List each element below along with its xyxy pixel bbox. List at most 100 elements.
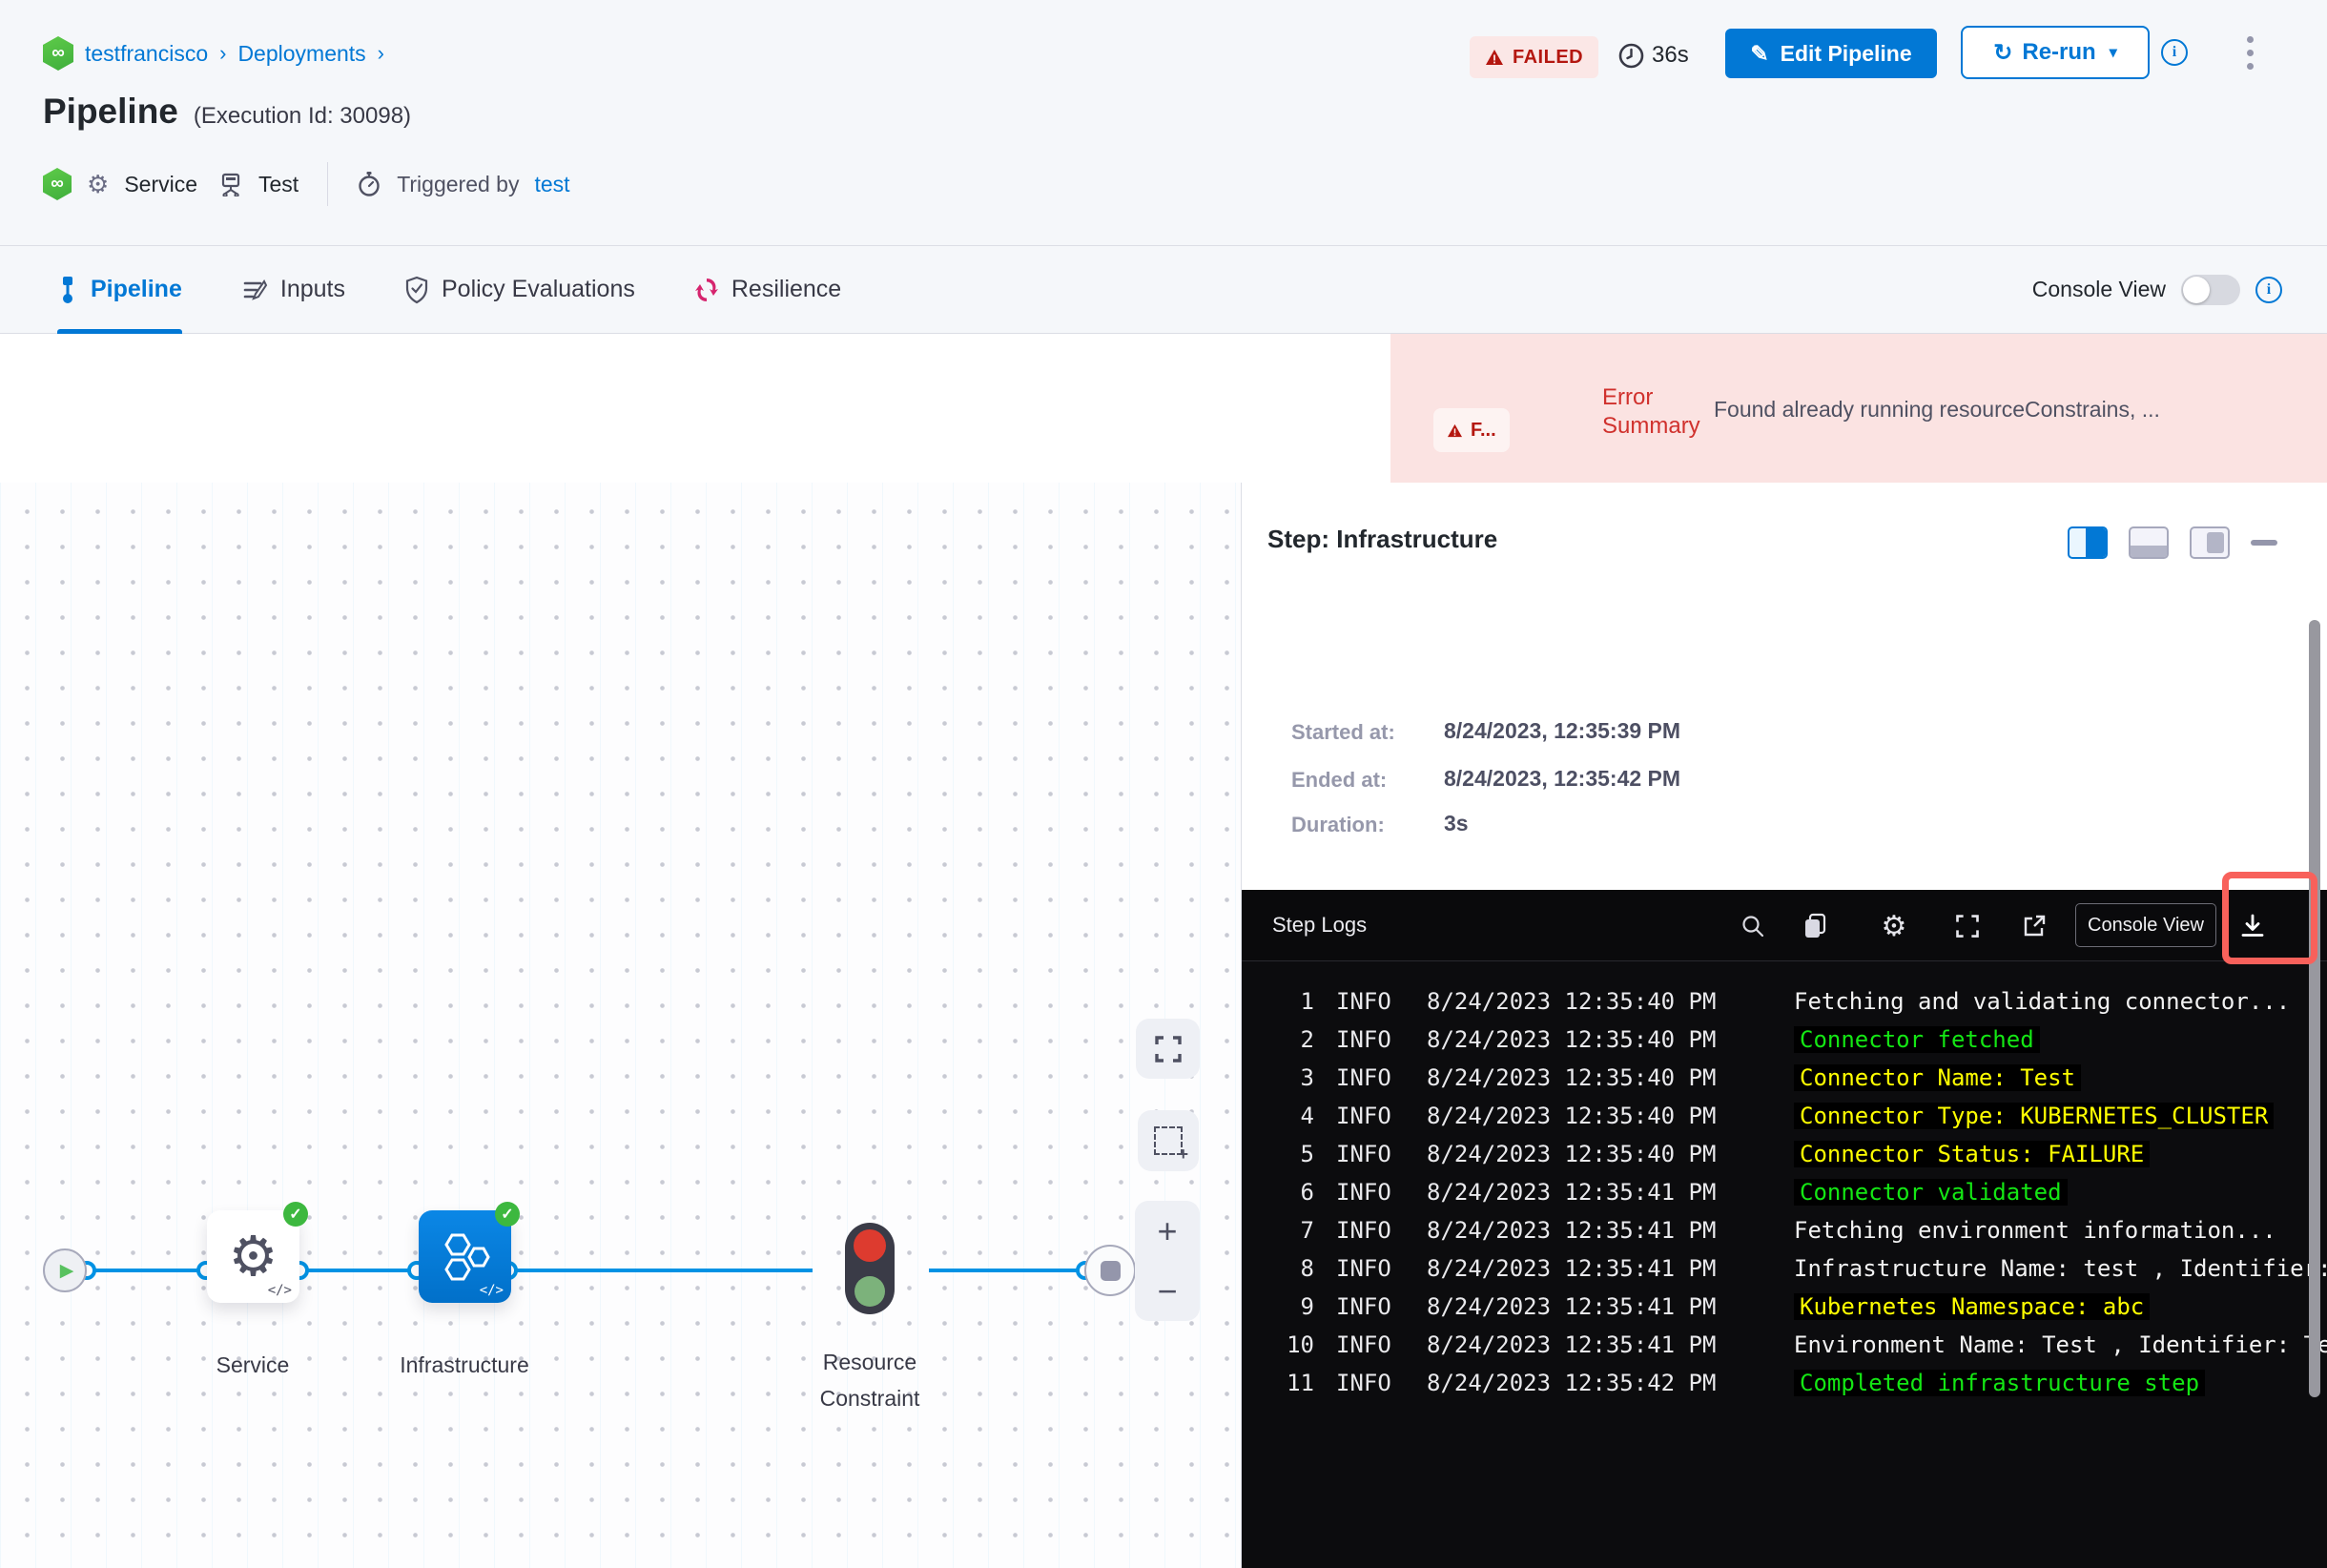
- breadcrumb-project-link[interactable]: testfrancisco: [85, 41, 208, 67]
- log-message: Connector Type: KUBERNETES_CLUSTER: [1794, 1103, 2275, 1129]
- shield-check-icon: [405, 276, 428, 303]
- log-line-number: 10: [1287, 1331, 1314, 1358]
- log-settings-button[interactable]: ⚙: [1879, 911, 1909, 942]
- resource-constraint-label-line1: Resource: [822, 1350, 917, 1374]
- log-timestamp: 8/24/2023 12:35:40 PM: [1427, 1103, 1717, 1129]
- code-tag: </>: [267, 1283, 292, 1298]
- minimize-panel-icon[interactable]: [2251, 540, 2277, 546]
- log-message-cell: Connector Name: Test: [1794, 1059, 2327, 1097]
- execution-info-icon[interactable]: i: [2161, 39, 2188, 66]
- pipeline-graph-canvas[interactable]: ▶ ⚙ </> ✓ Service </> ✓ Infrastructure R…: [0, 483, 1241, 1568]
- panel-layout-controls: [2068, 526, 2277, 559]
- stop-icon: [1100, 1260, 1121, 1281]
- infrastructure-step-node[interactable]: </> ✓: [419, 1202, 520, 1303]
- log-level: INFO: [1336, 1179, 1391, 1206]
- environment-icon: [221, 173, 240, 196]
- error-summary-label: Error Summary: [1602, 383, 1717, 441]
- service-step-node[interactable]: ⚙ </> ✓: [207, 1202, 308, 1303]
- log-line-number: 9: [1300, 1293, 1314, 1320]
- log-line-number: 4: [1300, 1103, 1314, 1129]
- panel-scrollbar[interactable]: [2309, 620, 2320, 1397]
- more-options-menu[interactable]: [2243, 32, 2257, 73]
- log-line-number: 5: [1300, 1141, 1314, 1167]
- log-timestamp: 8/24/2023 12:35:41 PM: [1427, 1293, 1717, 1320]
- warning-triangle-icon: [1486, 50, 1503, 65]
- resource-constraint-label-line2: Constraint: [819, 1386, 920, 1411]
- log-level: INFO: [1336, 1064, 1391, 1091]
- zoom-out-button[interactable]: −: [1157, 1273, 1177, 1309]
- log-copy-button[interactable]: [1800, 911, 1830, 941]
- gear-icon: ⚙: [87, 169, 110, 198]
- tab-policy-evaluations[interactable]: Policy Evaluations: [404, 246, 635, 333]
- infrastructure-node-label: Infrastructure: [400, 1352, 529, 1377]
- step-details-panel: Step: Infrastructure Details i Input i O…: [1241, 483, 2327, 1568]
- log-open-external-button[interactable]: [2019, 911, 2049, 941]
- failed-chip: F...: [1433, 408, 1510, 452]
- traffic-green-light: [855, 1276, 885, 1307]
- step-ended-value: 8/24/2023, 12:35:42 PM: [1444, 766, 1681, 791]
- pipeline-end-node[interactable]: [1084, 1245, 1136, 1296]
- log-timestamp: 8/24/2023 12:35:40 PM: [1427, 1141, 1717, 1167]
- pipeline-icon: [63, 276, 72, 303]
- console-view-info-icon[interactable]: i: [2255, 276, 2282, 303]
- resource-constraint-node[interactable]: [845, 1223, 895, 1314]
- tab-pipeline-label: Pipeline: [91, 276, 182, 302]
- log-level: INFO: [1336, 1141, 1391, 1167]
- log-download-button[interactable]: [2237, 911, 2268, 941]
- status-badge: FAILED: [1470, 36, 1599, 78]
- console-view-toggle[interactable]: [2181, 274, 2240, 305]
- log-message: Connector fetched: [1794, 1026, 2040, 1053]
- zoom-in-button[interactable]: +: [1157, 1213, 1177, 1248]
- step-ended-label: Ended at:: [1291, 768, 1388, 792]
- trigger-user-link[interactable]: test: [534, 172, 569, 197]
- log-timestamp: 8/24/2023 12:35:40 PM: [1427, 1026, 1717, 1053]
- canvas-select-button[interactable]: [1138, 1110, 1199, 1171]
- external-link-icon: [2024, 915, 2046, 937]
- pipeline-start-node[interactable]: ▶: [43, 1248, 87, 1292]
- service-tag[interactable]: Service: [124, 172, 197, 197]
- log-rows[interactable]: 1 INFO 8/24/2023 12:35:40 PM Fetching and v…: [1242, 961, 2327, 1568]
- status-badge-label: FAILED: [1513, 46, 1584, 68]
- cd-module-icon: ∞: [43, 36, 73, 71]
- log-message: Connector Status: FAILURE: [1794, 1141, 2151, 1167]
- log-message-cell: Connector validated: [1794, 1173, 2327, 1211]
- log-level: INFO: [1336, 1293, 1391, 1320]
- log-message-cell: Fetching environment information...: [1794, 1211, 2327, 1249]
- log-line: 11 INFO 8/24/2023 12:35:42 PM Completed inf…: [1242, 1364, 2327, 1402]
- edge-resource-end: [929, 1269, 1078, 1272]
- success-check-icon: ✓: [283, 1202, 308, 1227]
- execution-id: (Execution Id: 30098): [193, 103, 412, 129]
- log-level: INFO: [1336, 1370, 1391, 1396]
- edit-pipeline-button[interactable]: ✎ Edit Pipeline: [1725, 29, 1937, 78]
- rerun-button[interactable]: ↻ Re-run ▾: [1961, 26, 2150, 79]
- log-line-number: 1: [1300, 988, 1314, 1015]
- breadcrumb-deployments-link[interactable]: Deployments: [237, 41, 365, 67]
- hexagons-icon: [443, 1233, 490, 1280]
- fullscreen-icon: [1956, 915, 1979, 938]
- log-search-button[interactable]: [1738, 911, 1768, 941]
- log-line: 2 INFO 8/24/2023 12:35:40 PM Connector fetc…: [1242, 1021, 2327, 1059]
- canvas-fullscreen-button[interactable]: [1136, 1019, 1200, 1079]
- log-fullscreen-button[interactable]: [1952, 911, 1983, 941]
- log-level: INFO: [1336, 1255, 1391, 1282]
- edge-start-service: [94, 1269, 206, 1272]
- layout-floating-icon[interactable]: [2190, 526, 2230, 559]
- log-line-number: 3: [1300, 1064, 1314, 1091]
- tab-resilience-label: Resilience: [731, 276, 842, 302]
- environment-tag[interactable]: Test: [258, 172, 299, 197]
- page-title: Pipeline: [43, 92, 178, 131]
- tab-resilience[interactable]: Resilience: [694, 246, 841, 333]
- log-line-number: 6: [1300, 1179, 1314, 1206]
- success-check-icon: ✓: [495, 1202, 520, 1227]
- step-duration-label: Duration:: [1291, 813, 1385, 836]
- log-message: Connector Name: Test: [1794, 1064, 2081, 1091]
- top-header: ∞ testfrancisco › Deployments › FAILED 3…: [0, 0, 2327, 245]
- layout-split-right-icon[interactable]: [2068, 526, 2108, 559]
- layout-bottom-icon[interactable]: [2129, 526, 2169, 559]
- log-line-number: 8: [1300, 1255, 1314, 1282]
- log-console-view-button[interactable]: Console View: [2075, 903, 2216, 947]
- tab-pipeline[interactable]: Pipeline: [57, 246, 182, 334]
- log-message-cell: Infrastructure Name: test , Identifier:: [1794, 1249, 2327, 1288]
- tab-inputs[interactable]: Inputs: [241, 246, 345, 333]
- log-line: 9 INFO 8/24/2023 12:35:41 PM Kubernetes Nam…: [1242, 1288, 2327, 1326]
